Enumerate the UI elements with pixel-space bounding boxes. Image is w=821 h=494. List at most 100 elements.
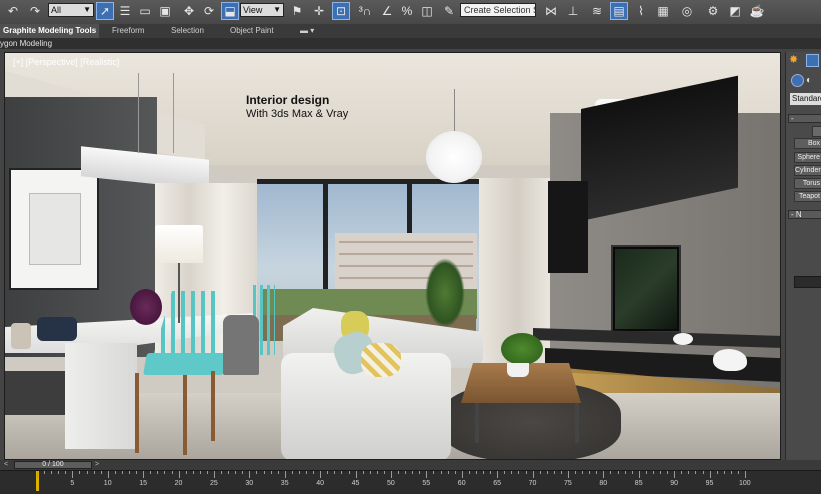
select-by-name-icon[interactable]: ☰ <box>116 2 134 20</box>
redo-icon[interactable]: ↷ <box>26 2 44 20</box>
ruler-tick <box>270 471 272 474</box>
ruler-tick <box>730 471 732 474</box>
ruler-label: 70 <box>528 480 537 487</box>
angle-snap-icon[interactable]: ∠ <box>378 2 396 20</box>
percent-snap-icon[interactable]: % <box>398 2 416 20</box>
schematic-view-icon[interactable]: ▦ <box>654 2 672 20</box>
render-setup-icon[interactable]: ⚙ <box>704 2 722 20</box>
cylinder-button[interactable]: Cylinder <box>794 165 821 176</box>
edit-named-sets-icon[interactable]: ✎ <box>440 2 458 20</box>
box-button[interactable]: Box <box>794 138 821 149</box>
tab-graphite-modeling-tools[interactable]: Graphite Modeling Tools <box>0 24 100 38</box>
rotate-icon[interactable]: ⟳ <box>200 2 218 20</box>
ruler-tick <box>560 471 562 474</box>
graphite-toggle-icon[interactable]: ▤ <box>610 2 628 20</box>
ruler-tick <box>504 471 506 474</box>
create-light-icon[interactable]: ✸ <box>789 54 802 67</box>
ruler-tick <box>143 471 145 478</box>
time-slider-handle[interactable]: 0 / 100 <box>14 461 92 469</box>
ruler-label: 95 <box>705 480 714 487</box>
next-frame-arrow[interactable]: > <box>95 460 99 470</box>
sphere-button[interactable]: Sphere <box>794 152 821 163</box>
ruler-tick <box>497 471 499 478</box>
ruler-tick <box>320 471 322 478</box>
ruler-tick <box>249 471 251 478</box>
snap-3d-icon[interactable]: ³∩ <box>356 2 374 20</box>
main-toolbar: ↶ ↷ All ▼ ➚ ☰ ▭ ▣ ✥ ⟳ ⬓ View ▼ ⚑ ✛ ⊡ ³∩ ∠ … <box>0 0 821 25</box>
object-name-field[interactable] <box>794 276 821 288</box>
ruler-tick <box>454 471 456 474</box>
select-icon[interactable]: ➚ <box>96 2 114 20</box>
tab-freeform[interactable]: Freeform <box>112 25 144 37</box>
ruler-tick <box>185 471 187 474</box>
align-icon[interactable]: ⊥ <box>564 2 582 20</box>
perspective-viewport[interactable]: [+] [Perspective] [Realistic] Interior d… <box>4 52 781 460</box>
named-selection-set-input[interactable]: Create Selection Se <box>460 3 536 17</box>
tab-selection[interactable]: Selection <box>171 25 204 37</box>
ruler-tick <box>65 471 67 474</box>
overlay-title: Interior design <box>246 93 330 107</box>
ruler-tick <box>419 471 421 474</box>
teapot-button[interactable]: Teapot <box>794 191 821 202</box>
rendered-frame-icon[interactable]: ◩ <box>726 2 744 20</box>
keyboard-shortcut-icon[interactable]: ⊡ <box>332 2 350 20</box>
polygon-modeling-panel-label[interactable]: ygon Modeling <box>0 38 52 49</box>
ruler-tick <box>660 471 662 474</box>
ruler-label: 30 <box>245 480 254 487</box>
time-slider[interactable]: < 0 / 100 > <box>0 460 821 470</box>
object-type-rollout[interactable]: - <box>788 114 821 123</box>
undo-icon[interactable]: ↶ <box>4 2 22 20</box>
scale-icon[interactable]: ⬓ <box>221 2 239 20</box>
ruler-tick <box>242 471 244 474</box>
ruler-tick <box>298 471 300 474</box>
ruler-tick <box>461 471 463 478</box>
ruler-label: 60 <box>457 480 466 487</box>
ruler-tick <box>716 471 718 474</box>
viewport-label[interactable]: [+] [Perspective] [Realistic] <box>13 57 119 67</box>
ruler-tick <box>702 471 704 474</box>
autogrid-checkbox[interactable] <box>812 126 821 137</box>
ruler-tick <box>412 471 414 474</box>
select-manipulate-icon[interactable]: ✛ <box>310 2 328 20</box>
ruler-tick <box>214 471 215 478</box>
mirror-icon[interactable]: ⋈ <box>542 2 560 20</box>
ruler-tick <box>355 471 357 478</box>
ruler-tick <box>447 471 449 474</box>
ruler-tick <box>582 471 584 474</box>
ruler-tick <box>617 471 619 474</box>
curve-editor-icon[interactable]: ⌇ <box>632 2 650 20</box>
ruler-label: 45 <box>351 480 360 487</box>
ruler-label: 10 <box>103 480 112 487</box>
ruler-tick <box>164 471 166 474</box>
prev-frame-arrow[interactable]: < <box>4 460 8 470</box>
ruler-tick <box>51 471 53 474</box>
render-icon[interactable]: ☕ <box>748 2 766 20</box>
ruler-tick <box>667 471 669 474</box>
shapes-category-icon[interactable]: ◐ <box>806 74 819 87</box>
object-type-dropdown[interactable]: Standard <box>790 93 821 105</box>
ruler-tick <box>369 471 371 474</box>
reference-coordinate-dropdown[interactable]: View ▼ <box>240 3 284 17</box>
shapes-icon[interactable] <box>806 54 819 67</box>
geometry-icon[interactable] <box>791 74 804 87</box>
layer-manager-icon[interactable]: ≋ <box>588 2 606 20</box>
name-color-rollout[interactable]: - N <box>788 210 821 219</box>
ribbon-options-icon[interactable]: ▬ ▾ <box>300 25 314 37</box>
material-editor-icon[interactable]: ◎ <box>678 2 696 20</box>
move-icon[interactable]: ✥ <box>180 2 198 20</box>
ruler-tick <box>483 471 485 474</box>
command-panel: ✸ ◐ Standard - Box Sphere Cylinder Torus… <box>785 52 821 462</box>
ruler-tick <box>440 471 442 474</box>
selection-filter-dropdown[interactable]: All ▼ <box>48 3 94 17</box>
torus-button[interactable]: Torus <box>794 178 821 189</box>
ruler-tick <box>37 471 38 478</box>
ruler-tick <box>405 471 407 474</box>
overlay-subtitle: With 3ds Max & Vray <box>246 108 349 120</box>
region-select-icon[interactable]: ▭ <box>136 2 154 20</box>
ruler-tick <box>737 471 739 474</box>
pivot-icon[interactable]: ⚑ <box>288 2 306 20</box>
track-bar[interactable]: 5 10 15 20 25 30 35 40 45 50 55 60 65 70 75 80 85 90 95 100 <box>0 470 821 494</box>
spinner-snap-icon[interactable]: ◫ <box>418 2 436 20</box>
window-crossing-icon[interactable]: ▣ <box>156 2 174 20</box>
tab-object-paint[interactable]: Object Paint <box>230 25 274 37</box>
